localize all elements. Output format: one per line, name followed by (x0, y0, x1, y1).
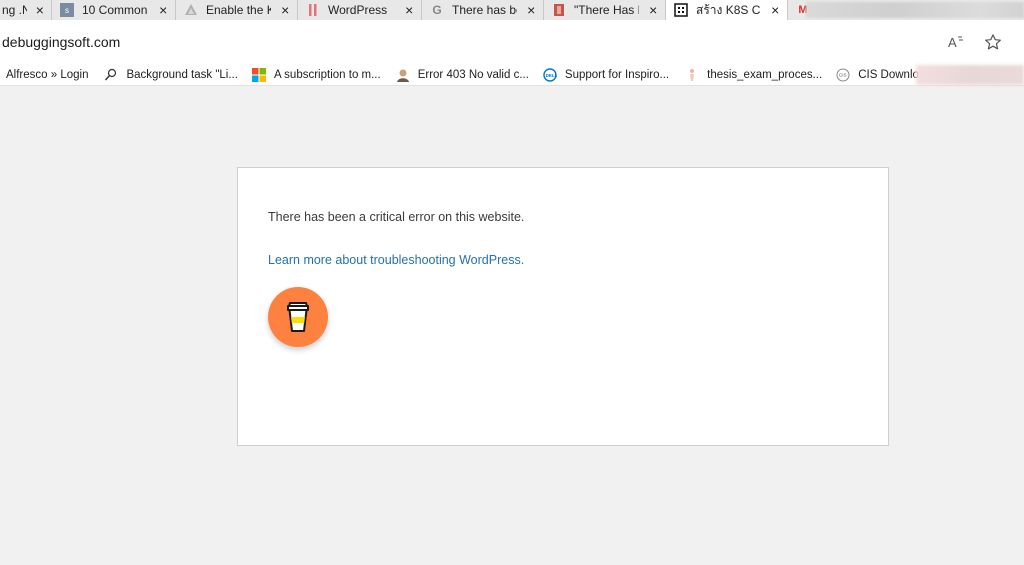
bookmark-item[interactable]: Error 403 No valid c... (396, 68, 529, 82)
buy-me-a-coffee-button[interactable] (268, 287, 328, 347)
tab-1[interactable]: ng .N × (0, 0, 52, 20)
avatar-icon (396, 68, 410, 82)
kubernetes-icon (184, 3, 198, 17)
close-icon[interactable]: × (279, 0, 291, 20)
tab-7-active[interactable]: สร้าง K8S Clu × (666, 0, 788, 20)
close-icon[interactable]: × (403, 0, 415, 20)
bookmark-item[interactable]: thesis_exam_proces... (685, 68, 822, 82)
bookmark-item[interactable]: Alfresco » Login (6, 69, 88, 81)
error-message: There has been a critical error on this … (268, 210, 525, 224)
svg-text:DELL: DELL (546, 72, 557, 77)
close-icon[interactable]: × (769, 0, 781, 20)
bookmark-item[interactable]: Background task "Li... (104, 68, 238, 82)
tab-title: "There Has B (574, 3, 640, 17)
read-aloud-icon[interactable]: A (946, 32, 966, 52)
svg-text:CIS: CIS (839, 72, 847, 77)
tab-title: ng .N (2, 3, 27, 17)
tab-6[interactable]: "There Has B × (544, 0, 666, 20)
blurred-region (916, 65, 1024, 85)
bookmark-label: Error 403 No valid c... (417, 68, 529, 81)
bookmark-label: Background task "Li... (126, 68, 238, 81)
svg-text:A: A (948, 35, 957, 50)
google-icon: G (432, 3, 442, 17)
tab-strip: ng .N × s 10 Common × Enable the K × Wor… (0, 0, 1024, 20)
bookmarks-bar: Alfresco » Login Background task "Li... … (0, 64, 1024, 86)
bookmark-item[interactable]: DELL Support for Inspiro... (543, 67, 670, 82)
url-field[interactable]: debuggingsoft.com (0, 28, 1024, 56)
tab-title: Enable the K (206, 3, 272, 17)
url-text: debuggingsoft.com (2, 34, 121, 50)
microsoft-icon (251, 67, 266, 82)
bookmark-label: Alfresco » Login (6, 68, 89, 81)
bookmark-label: A subscription to m... (273, 68, 381, 81)
tab-3[interactable]: Enable the K × (176, 0, 298, 20)
bookmark-item[interactable]: A subscription to m... (251, 67, 381, 82)
tab-title: สร้าง K8S Clu (696, 2, 761, 17)
star-outline-icon[interactable] (983, 32, 1003, 52)
bookmark-red-icon (552, 3, 566, 17)
troubleshoot-link[interactable]: Learn more about troubleshooting WordPre… (268, 253, 524, 267)
cis-icon: CIS (836, 68, 850, 82)
tab-5[interactable]: G There has be × (422, 0, 544, 20)
tab-4[interactable]: WordPress × (298, 0, 422, 20)
tab-title: There has be (452, 3, 518, 17)
bookmark-label: Support for Inspiro... (564, 68, 670, 81)
close-icon[interactable]: × (525, 0, 537, 20)
figure-icon (685, 68, 699, 82)
close-icon[interactable]: × (647, 0, 659, 20)
search-person-icon (104, 68, 118, 82)
qr-icon (674, 3, 688, 17)
site-icon: s (60, 3, 74, 17)
tab-title: 10 Common (82, 3, 148, 17)
blurred-region (806, 2, 1024, 18)
tab-2[interactable]: s 10 Common × (52, 0, 176, 20)
coffee-cup-icon (287, 302, 309, 332)
wordpress-bars-icon (306, 3, 320, 17)
dell-icon: DELL (543, 67, 557, 82)
close-icon[interactable]: × (157, 0, 169, 20)
close-icon[interactable]: × (35, 0, 45, 20)
address-bar: debuggingsoft.com A (0, 20, 1024, 64)
bookmark-label: thesis_exam_proces... (707, 68, 823, 81)
error-card: There has been a critical error on this … (237, 167, 889, 446)
tab-title: WordPress (328, 3, 388, 17)
tab-8[interactable]: M (788, 0, 1024, 20)
